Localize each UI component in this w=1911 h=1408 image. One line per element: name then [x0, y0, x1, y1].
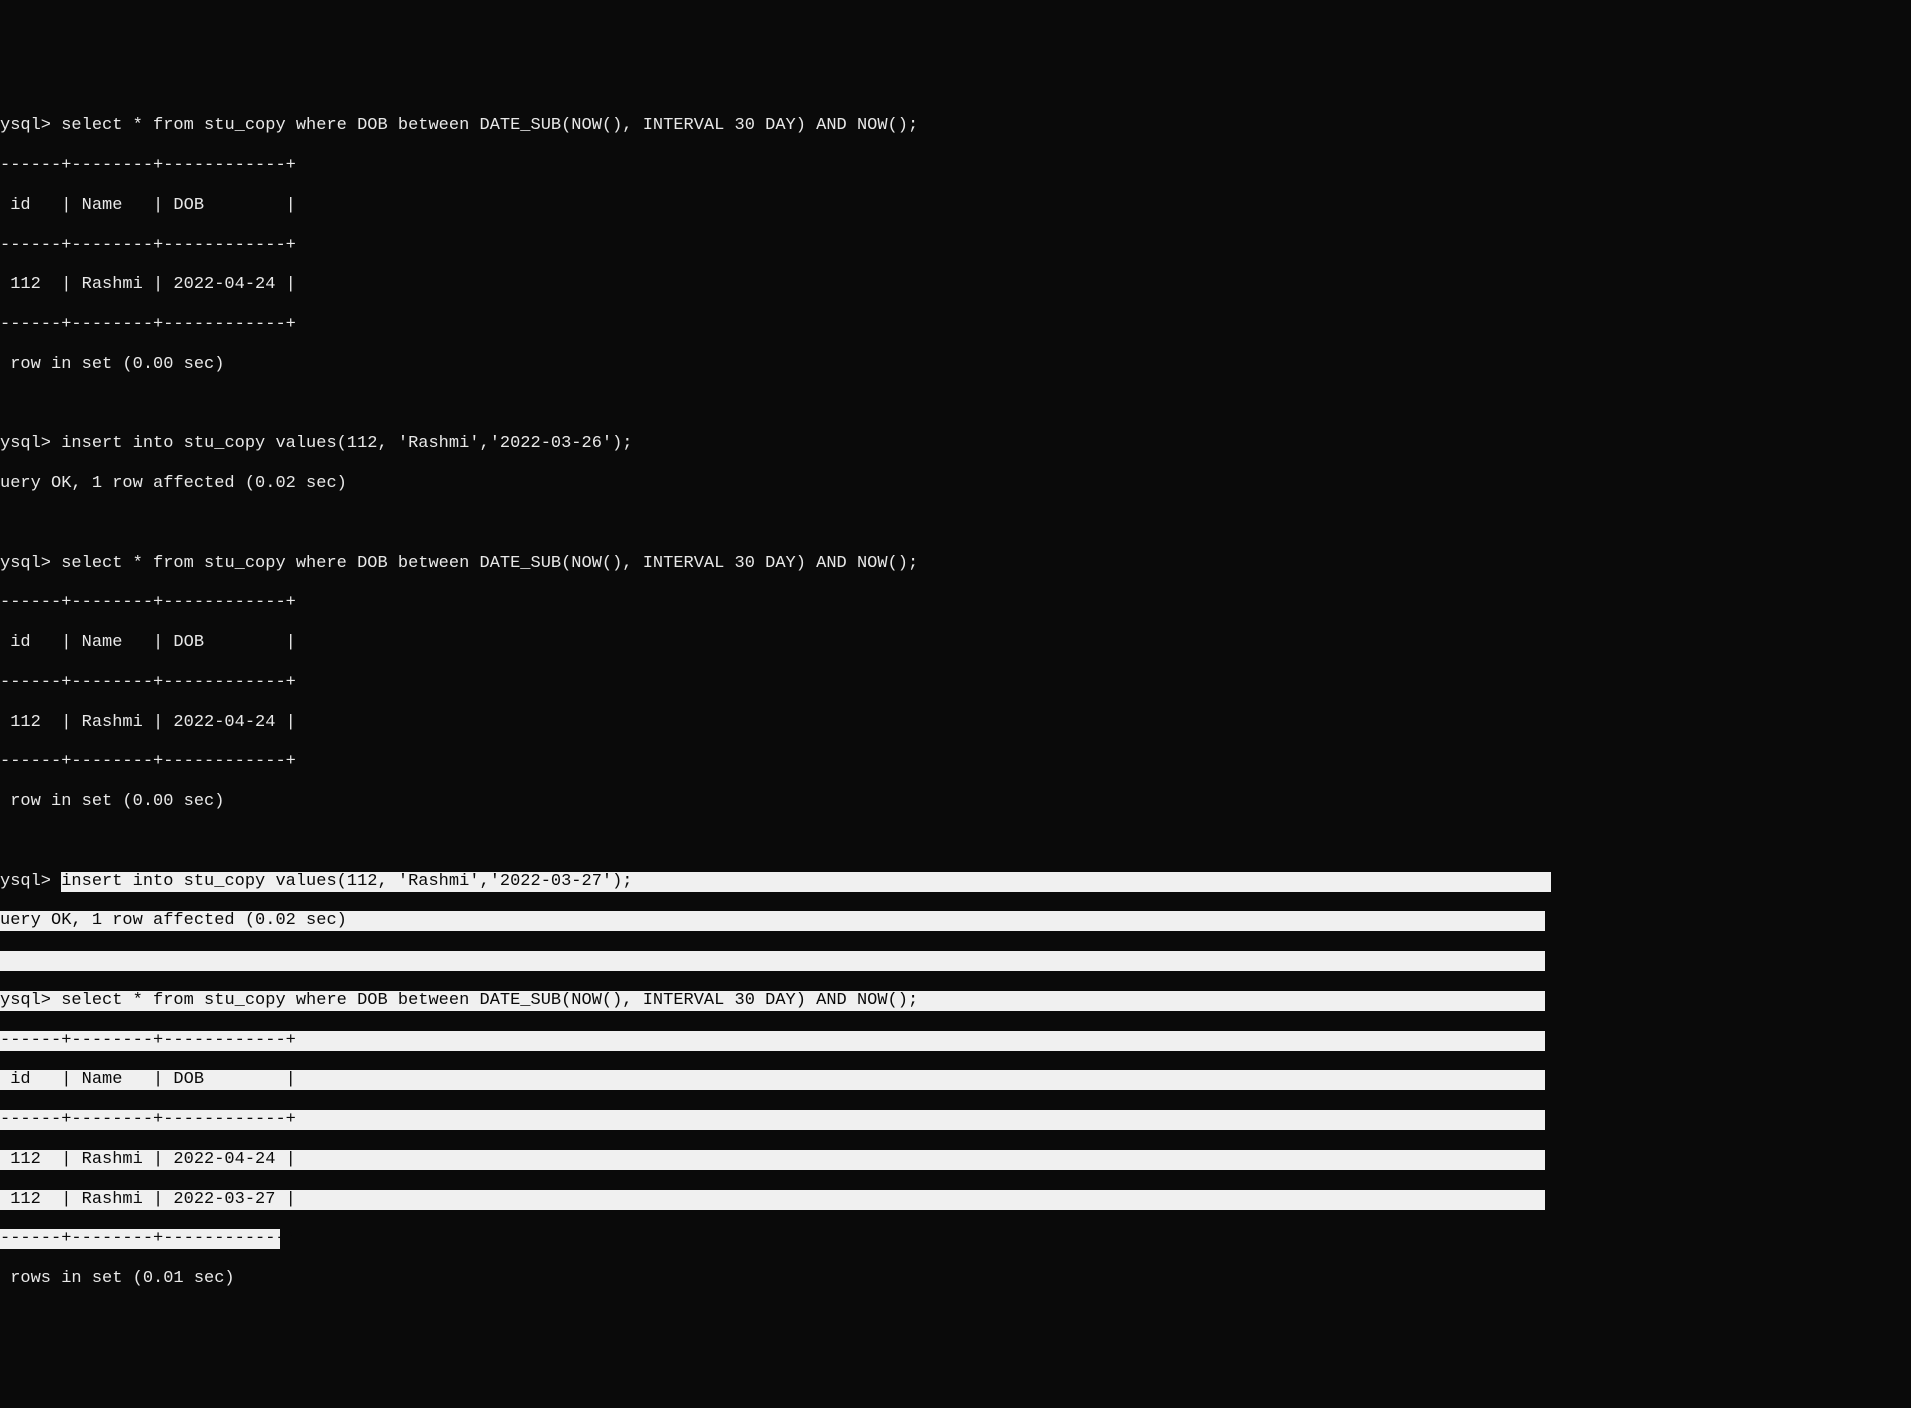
query-line-1: ysql> select * from stu_copy where DOB b…	[0, 116, 1911, 136]
query-line-3: ysql> select * from stu_copy where DOB b…	[0, 554, 1911, 574]
query-line-4-highlighted: ysql> insert into stu_copy values(112, '…	[0, 872, 1911, 892]
table-border: ------+--------+------------+	[0, 752, 1911, 772]
result-ok-highlighted: uery OK, 1 row affected (0.02 sec)	[0, 911, 1545, 931]
table-border: ------+--------+------------+	[0, 315, 1911, 335]
query-line-2: ysql> insert into stu_copy values(112, '…	[0, 434, 1911, 454]
table-row-highlighted: 112 | Rashmi | 2022-03-27 |	[0, 1190, 1545, 1210]
query-line-5-highlighted: ysql> select * from stu_copy where DOB b…	[0, 991, 1545, 1011]
table-row-highlighted: 112 | Rashmi | 2022-04-24 |	[0, 1150, 1545, 1170]
table-border-highlighted: ------+--------+------------+	[0, 1031, 1545, 1051]
table-border: ------+--------+------------+	[0, 673, 1911, 693]
table-border-partial-highlight: ------+--------+------------+	[0, 1229, 1911, 1249]
result-ok: uery OK, 1 row affected (0.02 sec)	[0, 474, 1911, 494]
table-border-highlighted: ------+--------+------------+	[0, 1110, 1545, 1130]
table-border: ------+--------+------------+	[0, 156, 1911, 176]
table-row: 112 | Rashmi | 2022-04-24 |	[0, 713, 1911, 733]
table-row: 112 | Rashmi | 2022-04-24 |	[0, 275, 1911, 295]
result-summary: row in set (0.00 sec)	[0, 792, 1911, 812]
table-border: ------+--------+------------+	[0, 593, 1911, 613]
terminal-output[interactable]: ysql> select * from stu_copy where DOB b…	[0, 97, 1911, 1309]
table-border: ------+--------+------------+	[0, 236, 1911, 256]
blank-line	[0, 395, 1911, 415]
table-header: id | Name | DOB |	[0, 633, 1911, 653]
blank-line	[0, 514, 1911, 534]
table-header: id | Name | DOB |	[0, 196, 1911, 216]
result-summary: rows in set (0.01 sec)	[0, 1269, 1911, 1289]
result-summary: row in set (0.00 sec)	[0, 355, 1911, 375]
table-header-highlighted: id | Name | DOB |	[0, 1070, 1545, 1090]
blank-line-highlighted	[0, 951, 1545, 971]
blank-line	[0, 832, 1911, 852]
